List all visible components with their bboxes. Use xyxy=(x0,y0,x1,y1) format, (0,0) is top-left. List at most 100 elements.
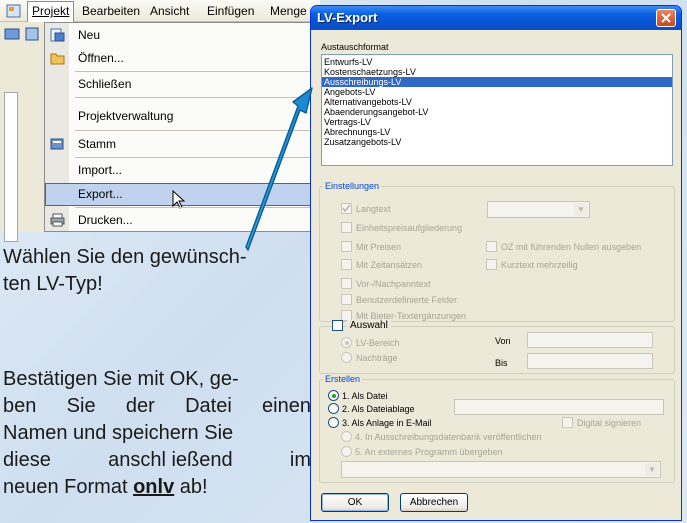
toolbar-column xyxy=(0,22,48,242)
instruction-line: diese anschl ießend im xyxy=(3,447,311,474)
new-doc-icon xyxy=(50,28,65,42)
auswahl-label: Auswahl xyxy=(347,320,391,331)
format-option[interactable]: Kostenschaetzungs-LV xyxy=(322,67,672,77)
als-dateiablage-label: 2. Als Dateiablage xyxy=(342,404,415,414)
format-option[interactable]: Entwurfs-LV xyxy=(322,57,672,67)
menu-item-export[interactable]: Export... xyxy=(45,183,311,209)
bis-input[interactable] xyxy=(527,353,653,369)
instruction-word: neuen Format xyxy=(3,476,134,498)
menu-menge[interactable]: Menge xyxy=(270,4,307,18)
close-button[interactable] xyxy=(656,9,676,27)
instruction-confirm: Bestätigen Sie mit OK, ge- ben Sie der D… xyxy=(3,366,311,501)
tool-icon[interactable] xyxy=(24,26,40,42)
menu-item-neu[interactable]: Neu xyxy=(45,24,311,47)
instruction-select: Wählen Sie den gewünsch- ten LV-Typ! xyxy=(3,244,246,298)
dialog-title-bar[interactable]: LV-Export xyxy=(311,6,681,30)
menu-item-label: Export... xyxy=(78,187,123,201)
menu-item-label: Projektverwaltung xyxy=(78,109,174,123)
menu-separator xyxy=(75,157,311,158)
mit-preisen-checkbox[interactable] xyxy=(341,241,352,252)
auswahl-checkbox[interactable] xyxy=(332,320,343,331)
instruction-line: Wählen Sie den gewünsch- xyxy=(3,246,247,268)
format-option[interactable]: Zusatzangebots-LV xyxy=(322,137,672,147)
menu-item-stamm[interactable]: Stamm xyxy=(45,133,311,156)
projekt-dropdown-menu: Neu Öffnen... Schließen Projektverwaltun… xyxy=(44,22,312,232)
instruction-line: ben Sie der Datei einen xyxy=(3,395,311,417)
instruction-word: ab! xyxy=(174,476,208,498)
menu-projekt[interactable]: Projekt xyxy=(27,1,75,23)
als-email-radio[interactable] xyxy=(328,417,339,428)
nachtraege-label: Nachträge xyxy=(356,353,398,363)
menu-bar: Projekt Bearbeiten Ansicht Einfügen Meng… xyxy=(0,0,320,23)
menu-bearbeiten[interactable]: Bearbeiten xyxy=(82,4,140,18)
als-datei-label: 1. Als Datei xyxy=(342,391,388,401)
oz-nullen-checkbox[interactable] xyxy=(486,241,497,252)
menu-item-schliessen[interactable]: Schließen xyxy=(45,73,311,96)
app-toolbar-icon[interactable] xyxy=(6,3,22,19)
master-data-icon xyxy=(50,137,65,151)
digital-signieren-checkbox[interactable] xyxy=(562,417,573,428)
benutzerdefiniert-checkbox[interactable] xyxy=(341,294,352,305)
bis-label: Bis xyxy=(495,358,508,368)
erstellen-title: Erstellen xyxy=(323,374,363,384)
datenbank-radio[interactable] xyxy=(341,431,352,442)
menu-item-label: Drucken... xyxy=(78,213,133,227)
von-input[interactable] xyxy=(527,332,653,348)
lv-export-dialog: LV-Export Austauschformat Entwurfs-LV Ko… xyxy=(310,5,682,521)
format-option[interactable]: Angebots-LV xyxy=(322,87,672,97)
dialog-title: LV-Export xyxy=(317,10,378,25)
menu-ansicht[interactable]: Ansicht xyxy=(150,4,189,18)
cancel-button[interactable]: Abbrechen xyxy=(400,493,468,512)
ok-button[interactable]: OK xyxy=(321,493,389,512)
kurztext-label: Kurztext mehrzeilig xyxy=(501,260,578,270)
format-option-selected[interactable]: Ausschreibungs-LV xyxy=(322,77,672,87)
menu-item-oeffnen[interactable]: Öffnen... xyxy=(45,47,311,70)
langtext-checkbox[interactable] xyxy=(341,203,352,214)
menu-item-label: Import... xyxy=(78,163,123,177)
format-option[interactable]: Abrechnungs-LV xyxy=(322,127,672,137)
lv-bereich-label: LV-Bereich xyxy=(356,338,400,348)
chevron-down-icon: ▼ xyxy=(574,203,588,216)
einstellungen-title: Einstellungen xyxy=(323,181,382,191)
close-icon xyxy=(661,13,671,23)
nachtraege-radio[interactable] xyxy=(341,352,352,363)
zeitansaetze-checkbox[interactable] xyxy=(341,259,352,270)
menu-item-import[interactable]: Import... xyxy=(45,159,311,182)
format-option[interactable]: Abaenderungsangebot-LV xyxy=(322,107,672,117)
als-email-label: 3. Als Anlage in E-Mail xyxy=(342,418,432,428)
menu-item-label: Neu xyxy=(78,28,101,42)
format-name-emphasis: onlv xyxy=(133,476,175,498)
langtext-combo[interactable]: ▼ xyxy=(487,201,590,218)
format-option[interactable]: Alternativangebots-LV xyxy=(322,97,672,107)
program-combo[interactable]: ▼ xyxy=(341,461,661,478)
als-dateiablage-radio[interactable] xyxy=(328,403,339,414)
kurztext-checkbox[interactable] xyxy=(486,259,497,270)
von-label: Von xyxy=(495,336,511,346)
instruction-word: anschl ießend xyxy=(108,449,233,471)
format-listbox[interactable]: Entwurfs-LV Kostenschaetzungs-LV Ausschr… xyxy=(321,54,673,166)
instruction-line: neuen Format onlv ab! xyxy=(3,474,311,501)
dateiablage-input[interactable] xyxy=(454,399,664,415)
printer-icon xyxy=(50,213,65,227)
extern-programm-radio[interactable] xyxy=(341,446,352,457)
menu-separator xyxy=(75,97,311,98)
vor-nachpanntext-label: Vor-/Nachpanntext xyxy=(356,279,431,289)
open-folder-icon xyxy=(50,51,65,65)
radio-dot xyxy=(345,341,349,345)
menu-item-projektverwaltung[interactable]: Projektverwaltung xyxy=(45,105,311,128)
lv-bereich-radio[interactable] xyxy=(341,337,352,348)
als-datei-radio[interactable] xyxy=(328,390,339,401)
instruction-word: im xyxy=(289,449,311,471)
langtext-label: Langtext xyxy=(356,204,391,214)
austauschformat-label: Austauschformat xyxy=(321,42,389,52)
format-option[interactable]: Vertrags-LV xyxy=(322,117,672,127)
instruction-word: diese xyxy=(3,449,51,471)
einheitspreis-checkbox[interactable] xyxy=(341,222,352,233)
benutzerdefiniert-label: Benutzerdefinierte Felder xyxy=(356,295,458,305)
instruction-line: Bestätigen Sie mit OK, ge- xyxy=(3,368,239,390)
menu-item-drucken[interactable]: Drucken... xyxy=(45,209,311,232)
tool-icon[interactable] xyxy=(4,26,20,42)
vor-nachpanntext-checkbox[interactable] xyxy=(341,278,352,289)
einheitspreis-label: Einheitspreisaufgliederung xyxy=(356,223,463,233)
menu-einfuegen[interactable]: Einfügen xyxy=(207,4,254,18)
